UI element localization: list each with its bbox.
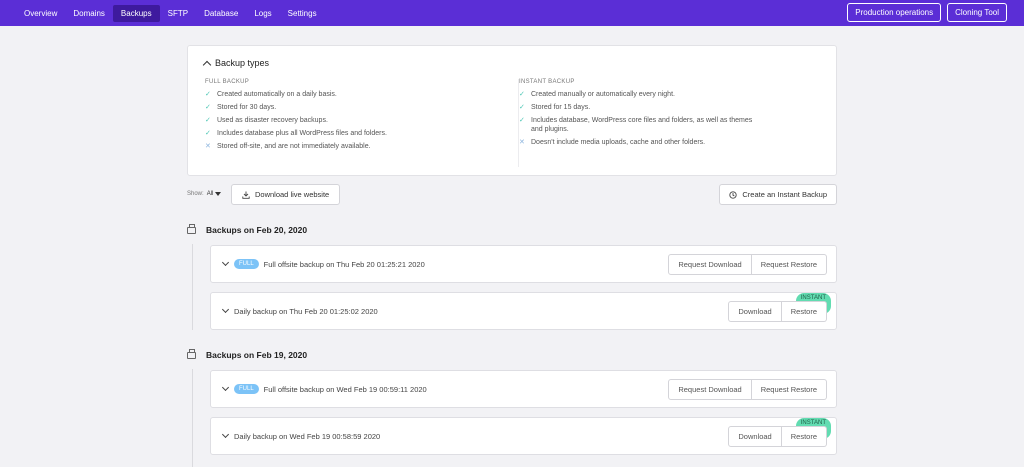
- backup-row: FULL Full offsite backup on Wed Feb 19 0…: [210, 370, 837, 408]
- timeline-line: [192, 369, 193, 467]
- check-icon: ✓: [205, 117, 211, 124]
- full-backup-column: FULL BACKUP ✓ Created automatically on a …: [205, 79, 505, 155]
- check-icon: ✓: [519, 104, 525, 111]
- backup-description: Full offsite backup on Thu Feb 20 01:25:…: [263, 259, 425, 269]
- download-button[interactable]: Download: [728, 426, 782, 447]
- printer-icon: [187, 223, 196, 234]
- printer-icon: [187, 348, 196, 359]
- request-download-button[interactable]: Request Download: [668, 254, 752, 275]
- list-item: ✓ Includes database plus all WordPress fi…: [205, 130, 387, 137]
- instant-backup-heading: INSTANT BACKUP: [519, 79, 575, 85]
- chevron-up-icon: [202, 60, 212, 69]
- main-nav: Overview Domains Backups SFTP Database L…: [16, 0, 325, 26]
- list-item: ✕ Stored off-site, and are not immediatel…: [205, 143, 371, 150]
- restore-button[interactable]: Restore: [781, 426, 827, 447]
- nav-overview[interactable]: Overview: [16, 5, 65, 22]
- caret-down-icon: [215, 192, 222, 196]
- chevron-down-icon[interactable]: [221, 383, 230, 391]
- download-button[interactable]: Download: [728, 301, 782, 322]
- backup-types-card: Backup types FULL BACKUP ✓ Created automa…: [187, 45, 837, 176]
- nav-backups[interactable]: Backups: [112, 4, 160, 22]
- backup-description: Daily backup on Thu Feb 20 01:25:02 2020: [234, 306, 378, 316]
- full-badge: FULL: [234, 384, 259, 394]
- check-icon: ✓: [519, 117, 525, 124]
- chevron-down-icon[interactable]: [221, 305, 230, 313]
- backup-description: Daily backup on Wed Feb 19 00:58:59 2020: [234, 431, 381, 441]
- request-restore-button[interactable]: Request Restore: [751, 254, 827, 275]
- nav-sftp[interactable]: SFTP: [160, 5, 196, 22]
- check-icon: ✓: [205, 130, 211, 137]
- list-item: ✓ Stored for 15 days.: [519, 104, 591, 111]
- nav-settings[interactable]: Settings: [280, 5, 325, 22]
- chevron-down-icon[interactable]: [221, 258, 230, 266]
- backup-controls: Show: All Download live website Create a…: [187, 184, 837, 206]
- list-item: ✓ Created manually or automatically every…: [519, 91, 675, 98]
- backup-group-heading: Backups on Feb 20, 2020: [187, 223, 307, 235]
- clock-icon: [729, 190, 738, 199]
- instant-backup-column: INSTANT BACKUP ✓ Created manually or auto…: [518, 79, 818, 167]
- nav-database[interactable]: Database: [196, 5, 246, 22]
- cross-icon: ✕: [519, 139, 525, 146]
- timeline-line: [192, 244, 193, 330]
- show-filter: Show: All: [187, 191, 222, 197]
- list-item: ✓ Stored for 30 days.: [205, 104, 277, 111]
- show-filter-select[interactable]: All: [207, 191, 222, 197]
- backup-types-toggle[interactable]: Backup types: [202, 58, 270, 69]
- production-operations-button[interactable]: Production operations: [847, 3, 942, 22]
- list-item: ✓ Created automatically on a daily basis.: [205, 91, 337, 98]
- backup-row: INSTANT Daily backup on Thu Feb 20 01:25…: [210, 292, 837, 330]
- download-live-website-button[interactable]: Download live website: [231, 184, 341, 205]
- check-icon: ✓: [205, 104, 211, 111]
- backup-row: FULL Full offsite backup on Thu Feb 20 0…: [210, 245, 837, 283]
- list-item: ✓ Includes database, WordPress core files…: [519, 117, 753, 133]
- nav-logs[interactable]: Logs: [246, 5, 279, 22]
- check-icon: ✓: [205, 91, 211, 98]
- restore-button[interactable]: Restore: [781, 301, 827, 322]
- full-badge: FULL: [234, 259, 259, 269]
- show-label: Show:: [187, 191, 204, 197]
- list-item: ✕ Doesn't include media uploads, cache an…: [519, 139, 706, 146]
- backup-row: INSTANT Daily backup on Wed Feb 19 00:58…: [210, 417, 837, 455]
- chevron-down-icon[interactable]: [221, 430, 230, 438]
- request-restore-button[interactable]: Request Restore: [751, 379, 827, 400]
- cloning-tool-button[interactable]: Cloning Tool: [947, 3, 1007, 22]
- create-instant-backup-button[interactable]: Create an Instant Backup: [719, 184, 837, 205]
- top-nav-bar: Overview Domains Backups SFTP Database L…: [0, 0, 1024, 26]
- full-backup-heading: FULL BACKUP: [205, 79, 250, 85]
- cross-icon: ✕: [205, 143, 211, 150]
- nav-domains[interactable]: Domains: [65, 5, 113, 22]
- download-icon: [242, 191, 250, 199]
- backup-types-title: Backup types: [215, 58, 270, 68]
- check-icon: ✓: [519, 91, 525, 98]
- list-item: ✓ Used as disaster recovery backups.: [205, 117, 328, 124]
- backup-description: Full offsite backup on Wed Feb 19 00:59:…: [263, 384, 427, 394]
- request-download-button[interactable]: Request Download: [668, 379, 752, 400]
- backup-group-heading: Backups on Feb 19, 2020: [187, 348, 307, 360]
